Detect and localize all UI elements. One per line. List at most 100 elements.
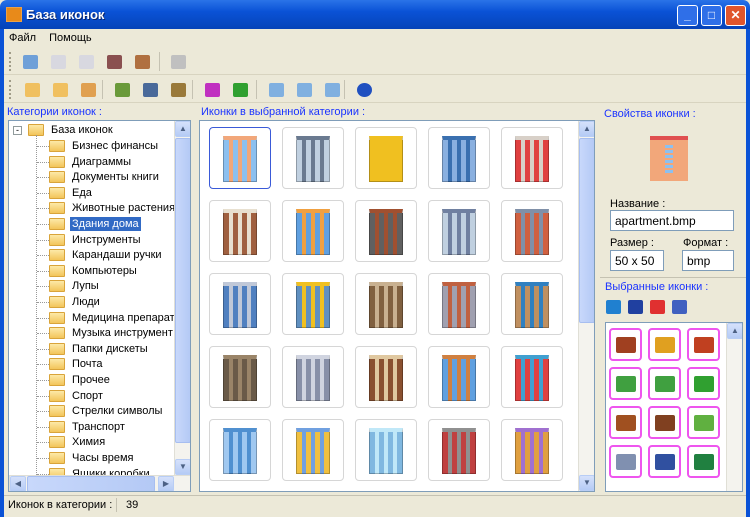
toolbar-grip[interactable] [9,80,12,99]
icon-cell[interactable] [428,419,490,481]
brush-button[interactable] [669,296,690,317]
icon-cell[interactable] [209,273,271,335]
favorite-icon-cell[interactable] [609,367,642,400]
favorite-icon-cell[interactable] [648,445,681,478]
scroll-up-button[interactable]: ▲ [727,323,742,339]
icon-cell[interactable] [428,200,490,262]
save-image-button[interactable] [140,79,161,100]
collapse-toggle-icon[interactable]: - [13,125,22,135]
favorite-icon-cell[interactable] [648,406,681,439]
tree-item[interactable]: Диаграммы [49,154,133,170]
menu-help[interactable]: Помощь [44,29,97,47]
icon-cell[interactable] [282,273,344,335]
help-button[interactable] [354,79,375,100]
scroll-thumb[interactable] [27,476,155,491]
tree-item[interactable]: Папки дискеты [49,341,150,357]
close-button[interactable]: ✕ [725,5,746,26]
icon-cell[interactable] [501,346,563,408]
tree-item[interactable]: Медицина препарат [49,310,177,326]
icon-cell[interactable] [501,127,563,189]
favorite-icon-cell[interactable] [687,328,720,361]
toolbar-grip[interactable] [9,52,12,71]
tree-item[interactable]: Почта [49,356,105,372]
tree-item[interactable]: Компьютеры [49,263,139,279]
tree-item[interactable]: Документы книги [49,169,161,185]
icon-cell[interactable] [355,419,417,481]
format-field[interactable]: bmp [682,250,734,271]
tree-item[interactable]: Люди [49,294,102,310]
open-folder-button[interactable] [20,51,41,72]
scroll-left-button[interactable]: ◀ [10,476,26,491]
icon-cell[interactable] [501,273,563,335]
settings-button[interactable] [168,51,189,72]
icon-cell[interactable] [355,346,417,408]
tree-item[interactable]: Лупы [49,278,101,294]
favorite-icon-cell[interactable] [609,328,642,361]
remove-item-button[interactable] [132,51,153,72]
tree-item[interactable]: Карандаши ручки [49,247,164,263]
icon-cell[interactable] [355,200,417,262]
zoom-out-button[interactable] [266,79,287,100]
icon-cell[interactable] [501,419,563,481]
scroll-thumb[interactable] [579,138,594,323]
export-button[interactable] [76,51,97,72]
maximize-button[interactable]: □ [701,5,722,26]
favorite-icon-cell[interactable] [609,406,642,439]
tree-vertical-scrollbar[interactable]: ▲ ▼ [174,121,190,475]
menu-file[interactable]: Файл [4,29,41,47]
tree-item[interactable]: Здания дома [49,216,141,232]
icon-cell[interactable] [282,200,344,262]
delete-button[interactable] [647,296,668,317]
select-pointer-button[interactable] [202,79,223,100]
add-folder-button[interactable] [22,79,43,100]
favorite-icon-cell[interactable] [648,367,681,400]
tree-item[interactable]: Часы время [49,450,136,466]
icon-cell[interactable] [209,127,271,189]
scroll-down-button[interactable]: ▼ [579,475,594,491]
tree-item[interactable]: Химия [49,434,107,450]
icon-cell[interactable] [282,419,344,481]
favorite-icon-cell[interactable] [687,406,720,439]
name-field[interactable]: apartment.bmp [610,210,734,231]
tree-item[interactable]: Инструменты [49,232,143,248]
grid-vertical-scrollbar[interactable]: ▲ ▼ [578,121,594,491]
tree-item[interactable]: Транспорт [49,419,127,435]
tree-item[interactable]: Музыка инструмент [49,325,175,341]
tree-item[interactable]: Еда [49,185,94,201]
icon-cell[interactable] [209,346,271,408]
icon-cell[interactable] [282,346,344,408]
tree-horizontal-scrollbar[interactable]: ◀ ▶ [9,475,190,491]
refresh-button[interactable] [603,296,624,317]
icon-cell[interactable] [355,273,417,335]
icon-cell[interactable] [355,127,417,189]
tree-item[interactable]: Бизнес финансы [49,138,160,154]
favorite-icon-cell[interactable] [687,367,720,400]
favorites-scrollbar[interactable]: ▲ [726,323,742,491]
icon-cell[interactable] [428,127,490,189]
icon-cell[interactable] [282,127,344,189]
add-image-button[interactable] [112,79,133,100]
import-button[interactable] [48,51,69,72]
icon-cell[interactable] [209,419,271,481]
delete-folder-button[interactable] [78,79,99,100]
tree-item[interactable]: Спорт [49,388,105,404]
tree-item[interactable]: Животные растения [49,200,177,216]
minimize-button[interactable]: _ [677,5,698,26]
icon-cell[interactable] [501,200,563,262]
tree-item[interactable]: Прочее [49,372,112,388]
icon-cell[interactable] [428,346,490,408]
delete-image-button[interactable] [168,79,189,100]
delete-database-button[interactable] [104,51,125,72]
icon-cell[interactable] [428,273,490,335]
size-field[interactable]: 50 x 50 [610,250,664,271]
scroll-down-button[interactable]: ▼ [175,459,190,475]
favorite-icon-cell[interactable] [648,328,681,361]
pick-pointer-button[interactable] [230,79,251,100]
tree-item[interactable]: Стрелки символы [49,403,164,419]
save-button[interactable] [625,296,646,317]
edit-folder-button[interactable] [50,79,71,100]
favorite-icon-cell[interactable] [687,445,720,478]
scroll-up-button[interactable]: ▲ [175,121,190,137]
tree-root[interactable]: - База иконок [13,122,115,138]
icon-cell[interactable] [209,200,271,262]
